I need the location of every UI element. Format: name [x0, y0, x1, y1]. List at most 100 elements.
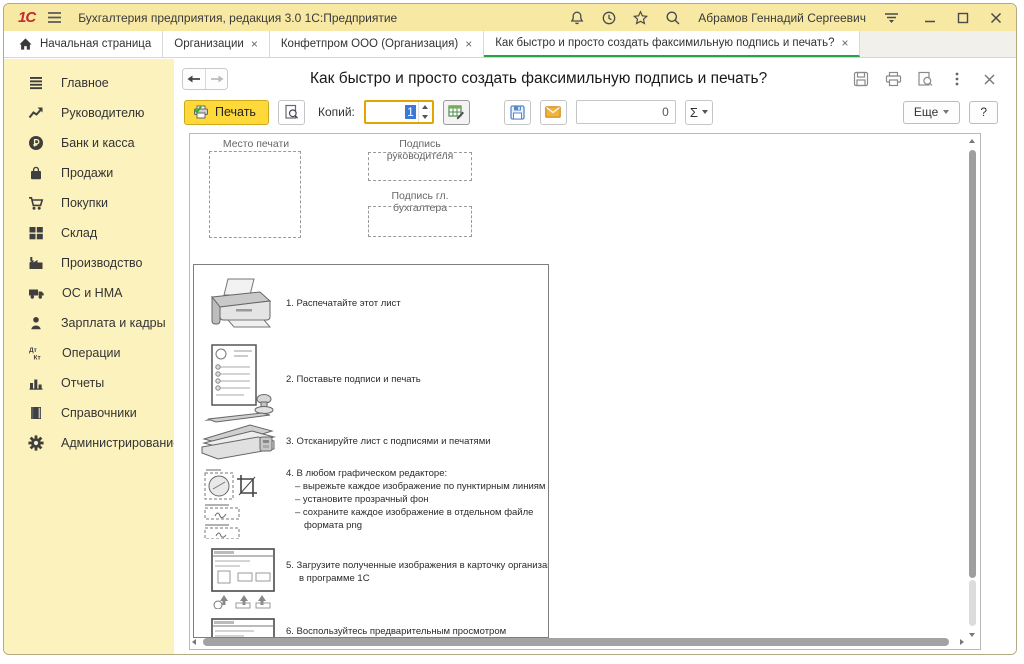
- sidebar-item-zarplata-kadry[interactable]: Зарплата и кадры: [4, 308, 174, 338]
- sidebar-item-spravochniki[interactable]: Справочники: [4, 398, 174, 428]
- sidebar-item-otchety[interactable]: Отчеты: [4, 368, 174, 398]
- preview-window-illustration: [210, 617, 276, 638]
- table-settings-button[interactable]: [443, 100, 470, 125]
- close-window-icon[interactable]: [987, 9, 1004, 26]
- document-preview: Место печати Подпись руководителя Подпис…: [189, 133, 981, 650]
- head-signature-box: [368, 152, 472, 181]
- scroll-down-icon[interactable]: [969, 633, 975, 637]
- tab-label: Конфетпром ООО (Организация): [281, 38, 458, 50]
- book-icon: [28, 405, 44, 421]
- tab-home[interactable]: Начальная страница: [4, 31, 163, 57]
- step-4-text: 4. В любом графическом редакторе: – выре…: [286, 467, 545, 532]
- forward-button[interactable]: [205, 69, 227, 89]
- sidebar-item-administrirovanie[interactable]: Администрирование: [4, 428, 174, 458]
- preview-icon[interactable]: [916, 70, 934, 88]
- more-button[interactable]: Еще: [903, 101, 960, 124]
- scanner-illustration: [196, 421, 282, 469]
- copies-value[interactable]: 1: [405, 105, 416, 119]
- trend-chart-icon: [28, 105, 44, 121]
- search-icon[interactable]: [664, 9, 681, 26]
- org-card-illustration: [210, 547, 276, 609]
- sigma-button[interactable]: Σ: [685, 100, 713, 125]
- tab-organizations[interactable]: Организации ×: [163, 31, 270, 57]
- notifications-bell-icon[interactable]: [568, 9, 585, 26]
- save-icon[interactable]: [852, 70, 870, 88]
- tab-close-icon[interactable]: ×: [841, 37, 848, 49]
- save-file-button[interactable]: [504, 100, 531, 125]
- history-icon[interactable]: [600, 9, 617, 26]
- minimize-icon[interactable]: [921, 9, 938, 26]
- tab-facsimile-help[interactable]: Как быстро и просто создать факсимильную…: [484, 31, 860, 57]
- form-toolbar: Печать Копий: 1: [174, 97, 1016, 127]
- horizontal-scroll-thumb[interactable]: [203, 638, 949, 646]
- print-button[interactable]: Печать: [184, 100, 269, 125]
- 1c-logo: 1С: [18, 10, 35, 25]
- sidebar-item-rukovoditelyu[interactable]: Руководителю: [4, 98, 174, 128]
- main-menu-icon[interactable]: [46, 9, 63, 26]
- sidebar-item-glavnoe[interactable]: Главное: [4, 68, 174, 98]
- service-menu-icon[interactable]: [883, 9, 900, 26]
- sidebar-item-pokupki[interactable]: Покупки: [4, 188, 174, 218]
- tab-konfetprom[interactable]: Конфетпром ООО (Организация) ×: [270, 31, 484, 57]
- sum-field[interactable]: 0: [576, 100, 676, 124]
- svg-text:Кт: Кт: [34, 355, 41, 362]
- step-1-text: 1. Распечатайте этот лист: [286, 297, 401, 310]
- kebab-menu-icon[interactable]: [948, 70, 966, 88]
- vertical-scroll-thumb[interactable]: [969, 150, 976, 578]
- tab-close-icon[interactable]: ×: [251, 38, 258, 50]
- close-form-icon[interactable]: [980, 70, 998, 88]
- sidebar-item-prodazhi[interactable]: Продажи: [4, 158, 174, 188]
- svg-text:Дт: Дт: [29, 347, 37, 354]
- forward-arrow-icon: [210, 74, 224, 84]
- crop-images-illustration: [203, 467, 263, 539]
- print-icon[interactable]: [884, 70, 902, 88]
- tab-close-icon[interactable]: ×: [465, 38, 472, 50]
- preview-doc-icon: [284, 104, 299, 120]
- app-window: 1С Бухгалтерия предприятия, редакция 3.0…: [3, 3, 1017, 655]
- help-button[interactable]: ?: [969, 101, 998, 124]
- maximize-icon[interactable]: [954, 9, 971, 26]
- sidebar-item-proizvodstvo[interactable]: Производство: [4, 248, 174, 278]
- copies-label: Копий:: [318, 105, 355, 119]
- sidebar-item-bank-kassa[interactable]: Банк и касса: [4, 128, 174, 158]
- sum-value: 0: [662, 105, 669, 119]
- scroll-up-icon[interactable]: [969, 139, 975, 143]
- app-title: Бухгалтерия предприятия, редакция 3.0 1С…: [78, 11, 397, 25]
- scroll-right-icon[interactable]: [960, 639, 964, 645]
- gear-icon: [28, 435, 44, 451]
- current-user-name[interactable]: Абрамов Геннадий Сергеевич: [698, 11, 866, 25]
- bag-icon: [28, 165, 44, 181]
- stamp-area-box: [209, 151, 301, 238]
- vertical-scrollbar[interactable]: [967, 137, 978, 637]
- tab-label: Организации: [174, 38, 244, 50]
- content-area: Как быстро и просто создать факсимильную…: [174, 59, 1016, 654]
- horizontal-scrollbar[interactable]: [192, 638, 964, 647]
- envelope-icon: [545, 106, 561, 118]
- send-email-button[interactable]: [540, 100, 567, 125]
- step-6-text: 6. Воспользуйтесь предварительным просмо…: [286, 625, 506, 638]
- step-3-text: 3. Отсканируйте лист с подписями и печат…: [286, 435, 491, 448]
- table-edit-icon: [448, 104, 465, 120]
- sidebar-item-os-nma[interactable]: ОС и НМА: [4, 278, 174, 308]
- back-button[interactable]: [183, 69, 205, 89]
- person-icon: [28, 315, 44, 331]
- tab-bar: Начальная страница Организации × Конфетп…: [4, 31, 1016, 58]
- stamp-area-label: Место печати: [210, 138, 302, 150]
- vertical-scroll-rest: [969, 580, 976, 626]
- sign-sheet-illustration: [204, 343, 280, 425]
- scroll-left-icon[interactable]: [192, 639, 196, 645]
- accountant-signature-box: [368, 206, 472, 237]
- tab-label: Как быстро и просто создать факсимильную…: [495, 37, 834, 49]
- sidebar-item-sklad[interactable]: Склад: [4, 218, 174, 248]
- preview-button[interactable]: [278, 100, 305, 125]
- printer-check-icon: [193, 105, 209, 120]
- step-5-text: 5. Загрузите полученные изображения в ка…: [286, 559, 549, 585]
- cart-icon: [28, 195, 44, 211]
- spinner-down-icon[interactable]: [419, 112, 432, 122]
- content-header: Как быстро и просто создать факсимильную…: [174, 63, 1016, 95]
- spinner-up-icon[interactable]: [419, 102, 432, 112]
- copies-spinner[interactable]: 1: [364, 100, 434, 124]
- printer-illustration: [206, 277, 276, 333]
- sidebar-item-operacii[interactable]: ДтКт Операции: [4, 338, 174, 368]
- favorites-star-icon[interactable]: [632, 9, 649, 26]
